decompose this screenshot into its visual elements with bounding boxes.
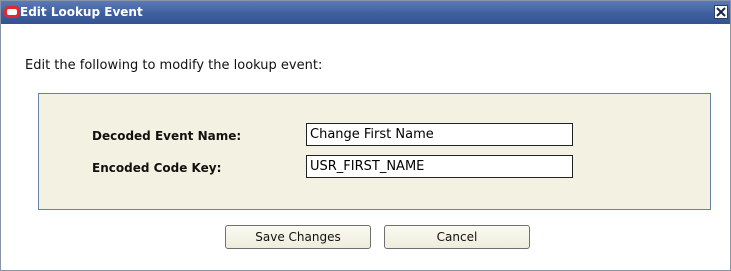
instructions-text: Edit the following to modify the lookup … [25, 58, 323, 73]
save-changes-button[interactable]: Save Changes [225, 225, 371, 249]
close-icon [716, 7, 726, 17]
dialog-title: Edit Lookup Event [20, 5, 143, 19]
oracle-logo-icon [4, 6, 20, 18]
edit-lookup-event-dialog: Edit Lookup Event Edit the following to … [0, 0, 731, 271]
close-button[interactable] [714, 5, 728, 19]
dialog-titlebar: Edit Lookup Event [1, 1, 730, 24]
cancel-button[interactable]: Cancel [384, 225, 530, 249]
decoded-event-name-input[interactable] [306, 123, 573, 146]
form-panel: Decoded Event Name: Encoded Code Key: [38, 93, 711, 210]
encoded-code-key-label: Encoded Code Key: [92, 161, 222, 175]
decoded-event-name-label: Decoded Event Name: [92, 129, 242, 143]
encoded-code-key-input[interactable] [306, 155, 573, 178]
